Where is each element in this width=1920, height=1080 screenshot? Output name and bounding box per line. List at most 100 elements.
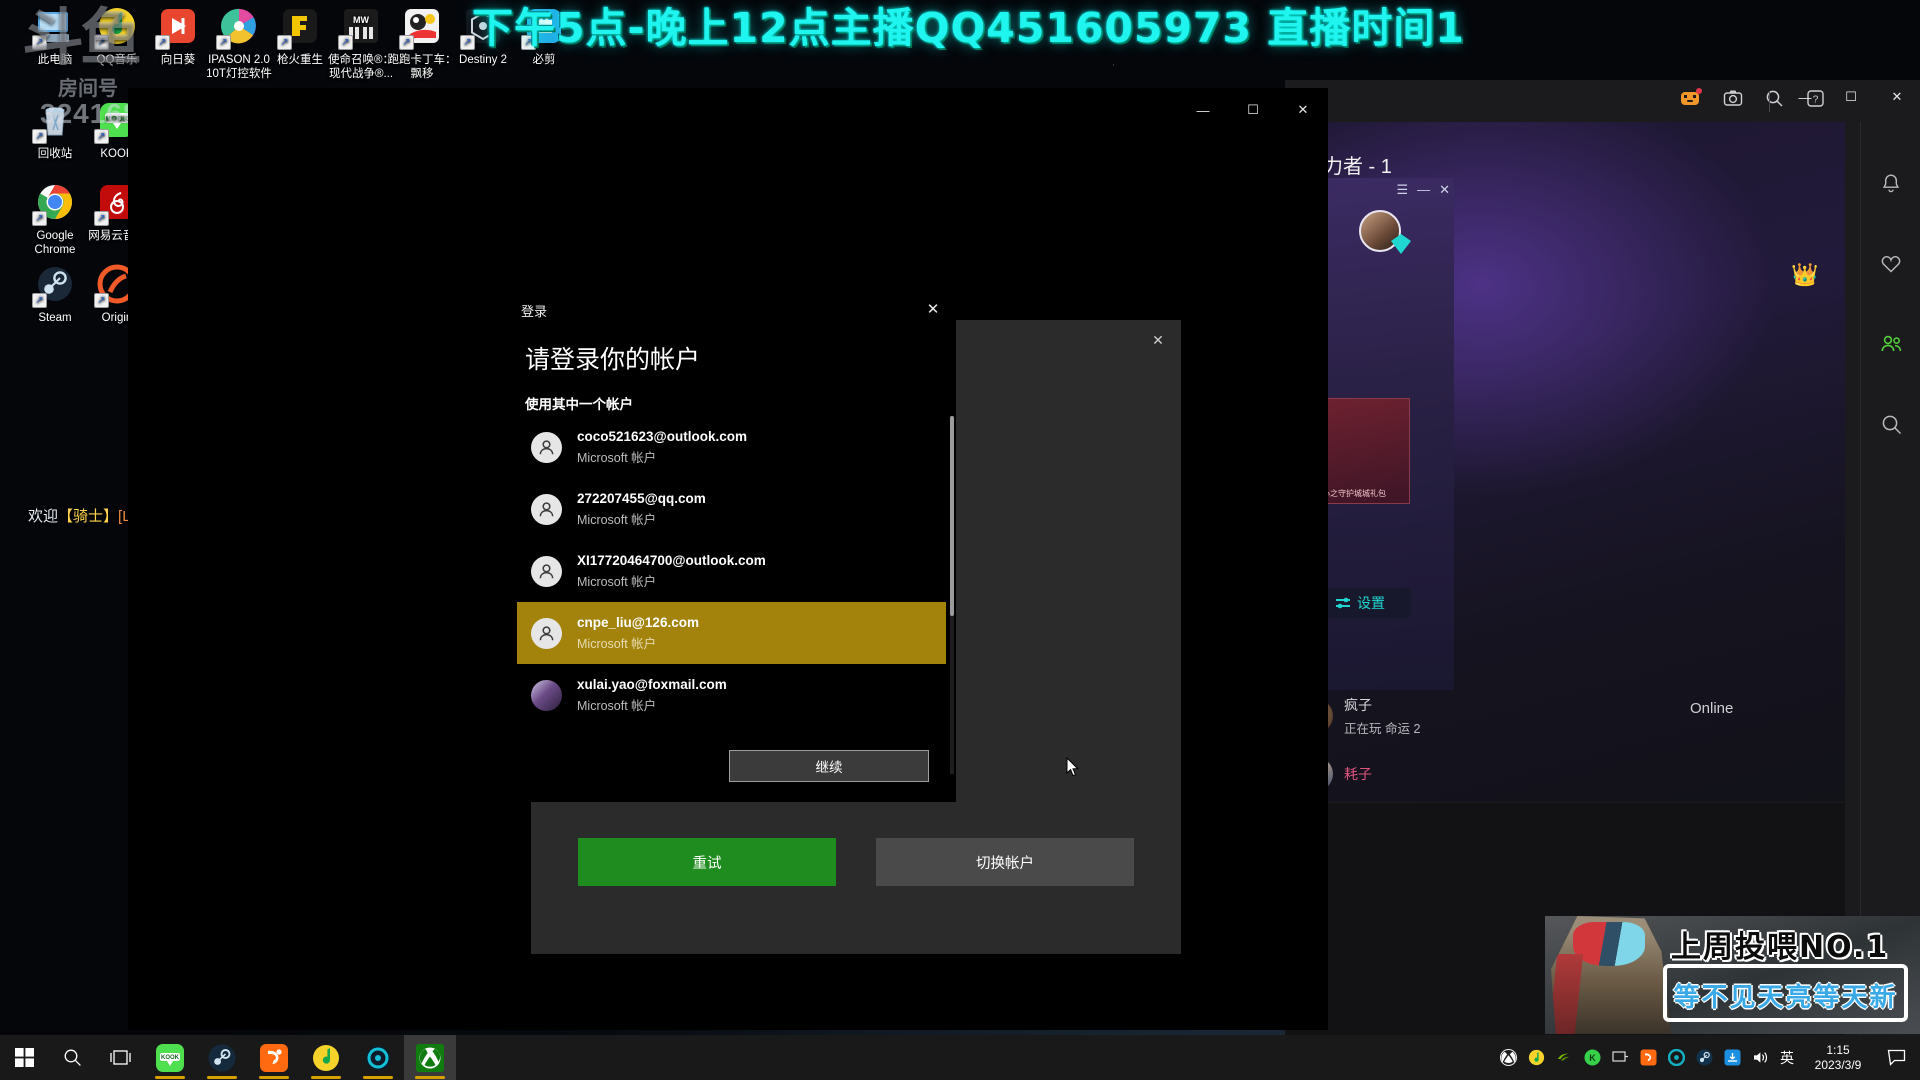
system-tray: K 英 1:15 2023/3/9 (1500, 1035, 1920, 1080)
task-view-icon[interactable] (96, 1035, 144, 1080)
bell-icon[interactable] (1861, 144, 1920, 224)
account-type: Microsoft 帐户 (577, 512, 657, 527)
taskbar-app-xbox[interactable] (404, 1035, 456, 1080)
signin-modal: 登录 ✕ 请登录你的帐户 使用其中一个帐户 coco521623@outlook… (501, 290, 1079, 802)
account-type: Microsoft 帐户 (577, 698, 657, 713)
qq-music-icon[interactable] (1528, 1049, 1545, 1066)
taskbar-app-kook[interactable]: KOOK (144, 1035, 196, 1080)
account-list-scrollbar-thumb[interactable] (950, 416, 954, 616)
screen: 此电脑QQ音乐向日葵IPASON 2.010T灯控软件枪火重生MW使命召唤®：现… (0, 0, 1920, 1080)
friends-list: 疯子 正在玩 命运 2 耗子 (1299, 687, 1799, 803)
feeder-banner-line1: 上周投喂NO.1 (1671, 930, 1890, 965)
welcome-prefix: 欢迎 (28, 508, 59, 525)
crown-icon: 👑 (1791, 262, 1819, 287)
taskbar-app-douyu[interactable] (248, 1035, 300, 1080)
action-center-icon[interactable] (1882, 1035, 1910, 1080)
xbox-main-window-controls: — ☐ ✕ (1178, 88, 1328, 132)
desktop-icon-label: 回收站 (37, 148, 73, 160)
kook-minimize-button[interactable]: — (1417, 182, 1430, 198)
xbox-app-maximize-button[interactable]: ☐ (1828, 80, 1874, 114)
error-dialog-close-button[interactable]: ✕ (1135, 320, 1181, 360)
feeder-banner: 上周投喂NO.1 等不见天亮等天新 (1545, 916, 1920, 1034)
clock-date: 2023/3/9 (1814, 1057, 1862, 1072)
douyu-icon[interactable] (1640, 1049, 1657, 1066)
xbox-app-close-button[interactable]: ✕ (1874, 80, 1920, 114)
signin-modal-close-button[interactable]: ✕ (916, 293, 950, 325)
cloud-sync-icon[interactable] (1724, 1049, 1741, 1066)
account-type: Microsoft 帐户 (577, 450, 657, 465)
person-icon (531, 617, 562, 649)
douyu-room-label: 房间号 (58, 78, 118, 100)
account-email: XI17720464700@outlook.com (577, 552, 766, 568)
account-text: 272207455@qq.com Microsoft 帐户 (577, 491, 706, 528)
switch-account-button[interactable]: 切换帐户 (876, 838, 1134, 886)
xbox-main-titlebar[interactable]: — ☐ ✕ (128, 88, 1328, 132)
xbox-app-titlebar[interactable]: ? — ☐ ✕ (1285, 80, 1920, 122)
start-icon[interactable] (0, 1035, 48, 1080)
ime-indicator[interactable]: 英 (1780, 1048, 1794, 1068)
kook-settings-button[interactable]: 设置 (1327, 588, 1411, 618)
game-pass-icon[interactable] (1679, 88, 1702, 113)
nvidia-icon[interactable] (1556, 1049, 1573, 1066)
retry-button[interactable]: 重试 (578, 838, 836, 886)
account-list-item[interactable]: 272207455@qq.com Microsoft 帐户 (517, 478, 946, 540)
stream-marquee-text: 下午5点-晚上12点主播QQ451605973 直播时间1 (472, 4, 1465, 52)
account-text: XI17720464700@outlook.com Microsoft 帐户 (577, 553, 766, 590)
xbox-icon[interactable] (1500, 1049, 1517, 1066)
kook-overlay-controls: ☰ — ✕ (1396, 182, 1450, 198)
kook-menu-icon[interactable]: ☰ (1396, 182, 1408, 198)
account-list: coco521623@outlook.com Microsoft 帐户 272207… (517, 416, 946, 774)
capture-icon[interactable] (1723, 89, 1743, 112)
account-list-item[interactable]: XI17720464700@outlook.com Microsoft 帐户 (517, 540, 946, 602)
xbox-app-minimize-button[interactable]: — (1782, 80, 1828, 114)
account-type: Microsoft 帐户 (577, 636, 657, 651)
person-icon (531, 493, 562, 525)
friends-icon[interactable] (1861, 304, 1920, 384)
friend-status: 正在玩 命运 2 (1344, 722, 1421, 736)
signin-heading: 请登录你的帐户 (525, 346, 701, 374)
xbox-main-minimize-button[interactable]: — (1178, 88, 1228, 132)
friend-text: 耗子 (1344, 764, 1372, 784)
taskbar-app-qq-music[interactable] (300, 1035, 352, 1080)
svg-text:K: K (1589, 1053, 1596, 1063)
wishlist-icon[interactable] (1861, 224, 1920, 304)
taskbar-apps: KOOK (144, 1035, 456, 1080)
welcome-title: 【骑士】 (58, 508, 119, 525)
xbox-main-maximize-button[interactable]: ☐ (1228, 88, 1278, 132)
desktop-icon-label: Google (36, 230, 74, 242)
origin-icon[interactable] (1667, 1048, 1686, 1067)
volume-icon[interactable] (1752, 1049, 1769, 1066)
friend-list-item[interactable]: 耗子 (1299, 745, 1799, 803)
hunter-artwork (1551, 916, 1671, 1034)
xbox-main-close-button[interactable]: ✕ (1278, 88, 1328, 132)
continue-button[interactable]: 继续 (729, 750, 1079, 782)
feeder-banner-line2-box: 等不见天亮等天新 (1663, 964, 1908, 1022)
kook-settings-label: 设置 (1357, 595, 1385, 611)
account-text: cnpe_liu@126.com Microsoft 帐户 (577, 615, 699, 652)
continue-button-label: 继续 (815, 760, 843, 775)
taskbar-left: KOOK (0, 1035, 456, 1080)
signin-modal-header: 登录 ✕ (501, 290, 956, 330)
search-icon[interactable] (48, 1035, 96, 1080)
kook-promo-card[interactable]: 心之守护城城礼包 (1319, 398, 1410, 504)
friend-list-item[interactable]: 疯子 正在玩 命运 2 (1299, 687, 1799, 745)
sliders-icon (1336, 597, 1350, 609)
account-text: coco521623@outlook.com Microsoft 帐户 (577, 429, 747, 466)
kook-icon[interactable]: K (1584, 1049, 1601, 1066)
kook-close-button[interactable]: ✕ (1439, 182, 1450, 198)
steam-icon[interactable] (1696, 1049, 1713, 1066)
account-list-item[interactable]: cnpe_liu@126.com Microsoft 帐户 (517, 602, 946, 664)
account-email: 272207455@qq.com (577, 490, 706, 506)
account-list-item[interactable]: coco521623@outlook.com Microsoft 帐户 (517, 416, 946, 478)
signin-subheading: 使用其中一个帐户 (525, 397, 633, 412)
display-icon[interactable] (1612, 1049, 1629, 1066)
taskbar-clock[interactable]: 1:15 2023/3/9 (1805, 1043, 1871, 1073)
signin-modal-title: 登录 (521, 304, 548, 319)
kook-overlay-window: ☰ — ✕ 设置 心之守护城城礼包 (1319, 178, 1454, 690)
account-list-item[interactable]: xulai.yao@foxmail.com Microsoft 帐户 (517, 664, 946, 726)
kook-promo-caption: 心之守护城城礼包 (1322, 489, 1386, 498)
account-type: Microsoft 帐户 (577, 574, 657, 589)
taskbar-app-origin[interactable] (352, 1035, 404, 1080)
taskbar-app-steam[interactable] (196, 1035, 248, 1080)
search-icon[interactable] (1861, 384, 1920, 464)
